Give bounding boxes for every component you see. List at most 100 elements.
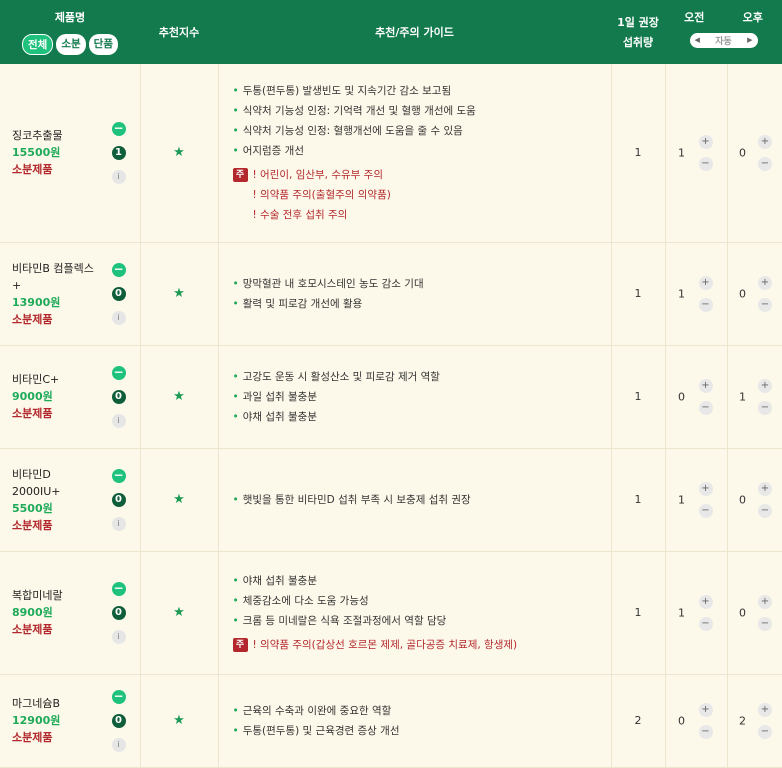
am-value: 0 [678,714,685,727]
plus-icon[interactable]: + [758,134,772,149]
minus-icon[interactable]: − [698,297,713,312]
star-icon: ★ [139,242,218,346]
daily-dose: 1 [610,242,665,346]
quantity-badge: 0 [111,286,126,301]
am-value: 1 [678,493,685,506]
minus-icon[interactable]: − [758,503,772,518]
minus-icon[interactable]: − [758,616,772,631]
quantity-badge: 0 [111,713,126,728]
plus-icon[interactable]: + [758,702,772,717]
guide-item: • 두통(편두통) 발생빈도 및 지속기간 감소 보고됨 [232,84,452,97]
table-row: 비타민B 컴플렉스+ 13900원 소분제품 − 0 i ★ • 망막혈관 내 호… [0,242,782,346]
guide-item: • 과일 섭취 불충분 [232,390,318,403]
filter-single[interactable]: 단품 [88,34,118,55]
product-cell: 비타민B 컴플렉스+ 13900원 소분제품 − 0 i [0,242,140,346]
mode-prev-icon[interactable]: ◀ [695,36,700,44]
header-pm-label: 오후 [742,10,763,24]
pm-value: 0 [739,146,746,160]
minus-icon[interactable]: − [758,400,772,415]
daily-dose: 2 [610,674,665,768]
product-name: 비타민D 2000IU+ [12,467,61,498]
star-icon: ★ [139,674,218,768]
minus-icon[interactable]: − [758,156,772,171]
remove-icon[interactable]: − [111,689,126,704]
plus-icon[interactable]: + [698,275,713,290]
info-icon[interactable]: i [111,629,126,644]
header-am: 오전 오후 ◀ 자동 ▶ [665,0,782,64]
minus-icon[interactable]: − [698,616,713,631]
minus-icon[interactable]: − [758,297,772,312]
product-cell: 비타민C+ 9000원 소분제품 − 0 i [0,345,140,449]
pm-value: 0 [739,606,746,619]
am-control: 0 + − [664,674,727,768]
minus-icon[interactable]: − [698,400,713,415]
guide-item: • 체중감소에 다소 도움 가능성 [232,594,369,607]
warning-line: ! 수술 전후 섭취 주의 [252,208,348,221]
mode-selector[interactable]: ◀ 자동 ▶ [689,32,758,48]
warning-block: 주 ! 의약품 주의(갑상선 호르몬 제제, 골다공증 치료제, 항생제) [232,635,611,655]
star-icon: ★ [139,551,218,675]
pm-value: 0 [739,493,746,506]
guide-item: • 식약처 기능성 인정: 기억력 개선 및 혈행 개선에 도움 [232,104,476,117]
remove-icon[interactable]: − [111,365,126,380]
remove-icon[interactable]: − [111,121,126,136]
guide-item: • 두통(편두통) 및 근육경련 증상 개선 [232,724,400,737]
warning-line: ! 어린이, 임산부, 수유부 주의 [252,168,384,181]
info-icon[interactable]: i [111,169,126,184]
plus-icon[interactable]: + [698,594,713,609]
pm-control: 0 + − [726,242,782,346]
am-value: 0 [678,390,685,403]
info-icon[interactable]: i [111,310,126,325]
star-icon: ★ [139,448,218,552]
plus-icon[interactable]: + [698,134,713,149]
product-cell: 비타민D 2000IU+ 5500원 소분제품 − 0 i [0,448,140,552]
quantity-badge: 0 [111,389,126,404]
header-recommend: 추천지수 [140,0,218,64]
pm-control: 0 + − [726,64,782,243]
product-name: 복합미네랄 [12,589,63,602]
plus-icon[interactable]: + [698,702,713,717]
plus-icon[interactable]: + [698,378,713,393]
plus-icon[interactable]: + [758,378,772,393]
mode-next-icon[interactable]: ▶ [747,36,752,44]
pm-control: 2 + − [726,674,782,768]
daily-dose: 1 [610,345,665,449]
plus-icon[interactable]: + [698,481,713,496]
plus-icon[interactable]: + [758,275,772,290]
minus-icon[interactable]: − [698,156,713,171]
remove-icon[interactable]: − [111,581,126,596]
am-value: 1 [678,146,685,160]
guide-item: • 근육의 수축과 이완에 중요한 역할 [232,704,392,717]
table-header: 제품명 전체 소분 단품 추천지수 추천/주의 가이드 1일 권장 섭취량 오전… [0,0,782,64]
am-control: 1 + − [664,448,727,552]
daily-dose: 1 [610,551,665,675]
remove-icon[interactable]: − [111,262,126,277]
daily-dose: 1 [610,448,665,552]
info-icon[interactable]: i [111,413,126,428]
quantity-badge: 0 [111,492,126,507]
plus-icon[interactable]: + [758,481,772,496]
info-icon[interactable]: i [111,737,126,752]
caution-badge: 주 [232,637,248,652]
guide-cell: • 망막혈관 내 호모시스테인 농도 감소 기대 • 활력 및 피로감 개선에 활용 [217,242,611,346]
remove-icon[interactable]: − [111,468,126,483]
guide-cell: • 근육의 수축과 이완에 중요한 역할 • 두통(편두통) 및 근육경련 증상 개… [217,674,611,768]
daily-dose: 1 [610,64,665,243]
warning-line: ! 의약품 주의(갑상선 호르몬 제제, 골다공증 치료제, 항생제) [252,638,518,651]
minus-icon[interactable]: − [698,724,713,739]
guide-cell: • 고강도 운동 시 활성산소 및 피로감 제거 역할 • 과일 섭취 불충분 • 야… [217,345,611,449]
minus-icon[interactable]: − [758,724,772,739]
guide-cell: • 햇빛을 통한 비타민D 섭취 부족 시 보충제 섭취 권장 [217,448,611,552]
guide-cell: • 야채 섭취 불충분 • 체중감소에 다소 도움 가능성 • 크롬 등 미네랄은 식… [217,551,611,675]
plus-icon[interactable]: + [758,594,772,609]
minus-icon[interactable]: − [698,503,713,518]
table-row: 비타민D 2000IU+ 5500원 소분제품 − 0 i ★ • 햇빛을 통한 … [0,448,782,552]
guide-item: • 햇빛을 통한 비타민D 섭취 부족 시 보충제 섭취 권장 [232,493,471,506]
product-cell: 복합미네랄 8900원 소분제품 − 0 i [0,551,140,675]
mode-label: 자동 [715,36,732,47]
info-icon[interactable]: i [111,516,126,531]
filter-all[interactable]: 전체 [22,34,54,55]
header-daily: 1일 권장 섭취량 [611,0,665,64]
quantity-badge: 0 [111,605,126,620]
filter-portion[interactable]: 소분 [56,34,86,55]
